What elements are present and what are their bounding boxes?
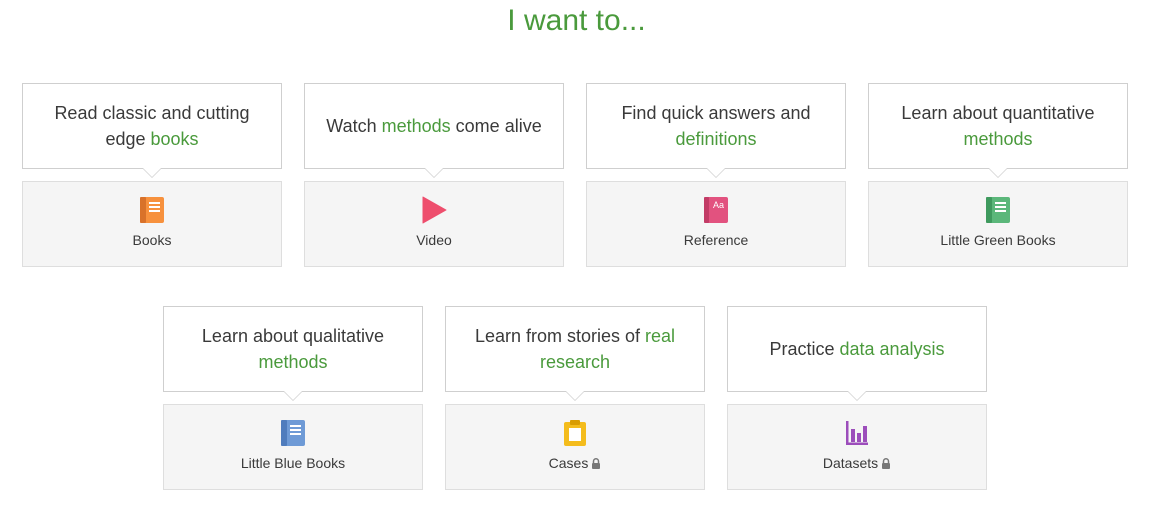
prompt-text-part: Practice [769, 339, 840, 359]
books-tile[interactable]: Books [22, 181, 282, 267]
play-icon [422, 196, 447, 224]
cases-label-row: Cases [446, 455, 704, 471]
prompt-text: Read classic and cutting edge books [35, 100, 269, 152]
prompt-highlight: books [150, 129, 199, 149]
dictionary-icon: Aa [704, 197, 728, 223]
card-little-green-books[interactable]: Learn about quantitative methods Little … [868, 83, 1128, 267]
book-icon [140, 197, 164, 223]
cases-tile[interactable]: Cases [445, 404, 705, 490]
video-tile[interactable]: Video [304, 181, 564, 267]
prompt-text-part: Find quick answers and [621, 103, 811, 123]
page: I want to... Read classic and cutting ed… [0, 0, 1153, 506]
prompt-highlight: methods [381, 116, 451, 136]
prompt-bubble: Learn about qualitative methods [163, 306, 423, 401]
datasets-label: Datasets [822, 455, 879, 471]
little-blue-books-tile[interactable]: Little Blue Books [163, 404, 423, 490]
prompt-bubble: Read classic and cutting edge books [22, 83, 282, 178]
little-green-books-label: Little Green Books [940, 232, 1056, 248]
little-green-books-tile[interactable]: Little Green Books [868, 181, 1128, 267]
card-cases[interactable]: Learn from stories of real research Case… [445, 306, 705, 490]
reference-tile[interactable]: Aa Reference [586, 181, 846, 267]
prompt-text: Learn about quantitative methods [881, 100, 1115, 152]
card-little-blue-books[interactable]: Learn about qualitative methods Little B… [163, 306, 423, 490]
datasets-label-row: Datasets [728, 455, 986, 471]
prompt-text-part: Learn about quantitative [901, 103, 1095, 123]
card-video[interactable]: Watch methods come alive Video [304, 83, 564, 267]
clipboard-icon [564, 420, 586, 446]
prompt-highlight: definitions [675, 129, 757, 149]
lock-icon [882, 458, 891, 469]
little-blue-books-label: Little Blue Books [240, 455, 346, 471]
books-label: Books [132, 232, 172, 248]
cases-label: Cases [548, 455, 589, 471]
prompt-bubble: Watch methods come alive [304, 83, 564, 178]
green-book-icon [986, 197, 1010, 223]
prompt-text-part: Learn about qualitative [201, 326, 385, 346]
lock-icon [592, 458, 601, 469]
prompt-bubble: Find quick answers and definitions [586, 83, 846, 178]
prompt-text: Learn about qualitative methods [176, 323, 410, 375]
svg-text:Aa: Aa [713, 200, 724, 210]
prompt-text-part: come alive [450, 116, 542, 136]
prompt-text-part: Watch [326, 116, 382, 136]
bar-chart-icon [846, 421, 868, 445]
reference-label: Reference [683, 232, 749, 248]
card-books[interactable]: Read classic and cutting edge books Book… [22, 83, 282, 267]
prompt-highlight: methods [258, 352, 328, 372]
prompt-highlight: data analysis [839, 339, 945, 359]
blue-book-icon [281, 420, 305, 446]
page-title: I want to... [507, 4, 646, 37]
card-reference[interactable]: Find quick answers and definitions Aa Re… [586, 83, 846, 267]
datasets-tile[interactable]: Datasets [727, 404, 987, 490]
prompt-text: Practice data analysis [757, 336, 956, 362]
prompt-bubble: Learn from stories of real research [445, 306, 705, 401]
prompt-text-part: Learn from stories of [474, 326, 646, 346]
prompt-highlight: methods [963, 129, 1033, 149]
video-label: Video [416, 232, 452, 248]
prompt-bubble: Learn about quantitative methods [868, 83, 1128, 178]
prompt-bubble: Practice data analysis [727, 306, 987, 401]
prompt-text: Learn from stories of real research [453, 323, 697, 375]
prompt-text: Find quick answers and definitions [599, 100, 833, 152]
prompt-text: Watch methods come alive [314, 113, 553, 139]
card-datasets[interactable]: Practice data analysis Datasets [727, 306, 987, 490]
